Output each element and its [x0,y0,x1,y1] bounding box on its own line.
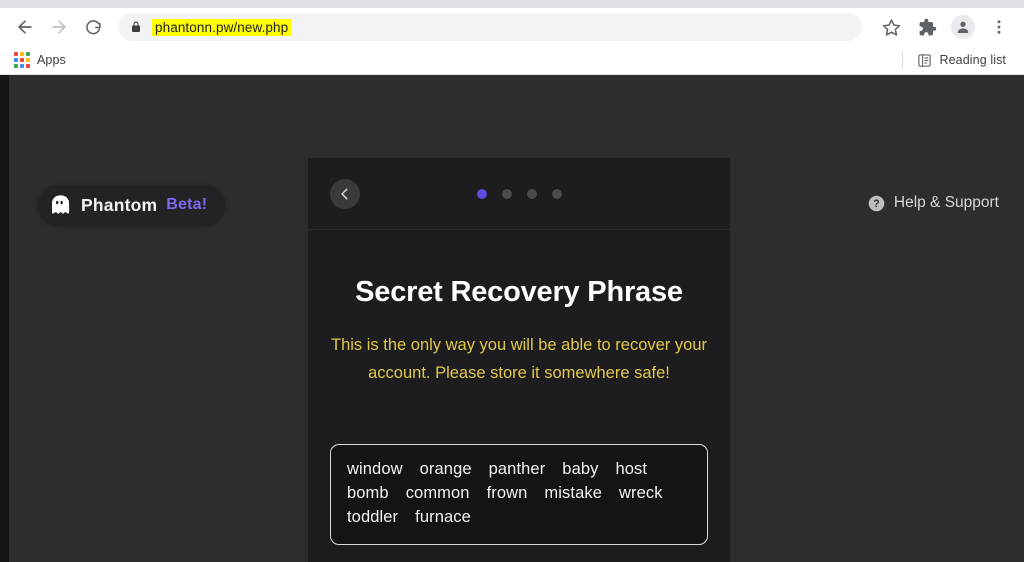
seed-word: window [347,460,403,478]
seed-word: wreck [618,484,663,502]
seed-phrase-box[interactable]: window orange panther baby host bomb common fro… [330,444,708,545]
seed-word: common [405,484,470,502]
brand-beta-tag: Beta! [166,196,208,213]
svg-text:?: ? [873,198,879,210]
apps-grid-icon [14,52,30,68]
back-nav-icon[interactable] [10,12,40,42]
page-viewport: Phantom Beta! ? Help & Support Secret Re… [0,75,1024,562]
seed-word: frown [486,484,528,502]
lock-icon [130,20,142,34]
seed-phrase-word-list: window orange panther baby host bomb common fro… [347,459,691,528]
pagination-dot-3[interactable] [526,188,537,199]
pagination-dots [308,158,730,229]
reload-icon[interactable] [78,12,108,42]
url-text: phantonn.pw/new.php [152,18,292,36]
back-button[interactable] [330,178,360,209]
warning-text: This is the only way you will be able to… [330,336,707,382]
pagination-dot-4[interactable] [551,188,562,199]
seed-word: toddler [347,508,399,526]
bookmarks-bar: Apps Reading list [0,46,1024,75]
help-and-support-label: Help & Support [893,194,999,211]
reading-list-label: Reading list [939,53,1006,67]
bookmark-item-apps[interactable]: Apps [10,49,74,71]
toolbar-right-icons [870,12,1014,42]
pagination-dot-1[interactable] [476,188,487,199]
modal-body: Secret Recovery Phrase This is the only … [308,230,730,562]
seed-word: host [615,460,648,478]
seed-word: baby [562,460,599,478]
bookmark-label-apps: Apps [37,53,66,67]
help-and-support-link[interactable]: ? Help & Support [868,194,999,212]
seed-word: mistake [544,484,602,502]
browser-chrome: phantonn.pw/new.php Apps Reading list [0,0,1024,75]
pagination-dot-2[interactable] [501,188,512,199]
omnibox-wrapper: phantonn.pw/new.php [118,13,862,41]
reading-list-button[interactable]: Reading list [913,50,1014,71]
modal-header [308,158,730,230]
viewport-left-edge-band [0,75,9,562]
brand-name: Phantom [81,194,158,215]
puzzle-piece-icon[interactable] [912,12,942,42]
phantom-logo-badge[interactable]: Phantom Beta! [38,185,226,225]
page-title: Secret Recovery Phrase [355,276,683,308]
browser-toolbar: phantonn.pw/new.php [0,8,1024,46]
profile-avatar[interactable] [948,12,978,42]
seed-word: panther [488,460,546,478]
tab-strip[interactable] [0,0,1024,8]
seed-word: orange [419,460,472,478]
seed-word: furnace [415,508,471,526]
forward-nav-icon[interactable] [44,12,74,42]
address-bar[interactable]: phantonn.pw/new.php [118,13,862,41]
onboarding-modal: Secret Recovery Phrase This is the only … [308,158,730,562]
star-icon[interactable] [876,12,906,42]
ghost-icon [48,193,72,217]
bookmarks-divider [902,52,904,68]
question-circle-icon: ? [868,195,885,212]
three-dot-menu-icon[interactable] [984,12,1014,42]
seed-word: bomb [347,484,389,502]
